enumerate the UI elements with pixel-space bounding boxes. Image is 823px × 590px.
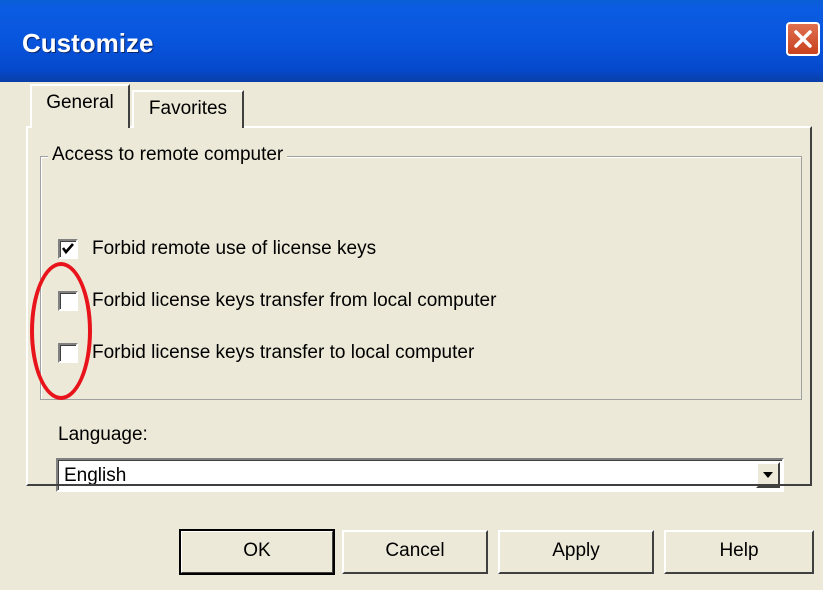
tab-favorites[interactable]: Favorites <box>132 90 244 128</box>
help-button[interactable]: Help <box>664 530 814 574</box>
window-title: Customize <box>22 28 154 58</box>
tab-general-label: General <box>46 92 114 113</box>
title-bar[interactable]: Customize <box>0 0 823 82</box>
annotation-circle <box>30 262 92 400</box>
customize-dialog: Customize General Favorites Access to re… <box>0 0 823 590</box>
cancel-button[interactable]: Cancel <box>342 530 488 574</box>
close-button[interactable] <box>786 22 820 56</box>
tab-favorites-label: Favorites <box>148 98 228 119</box>
tab-panel <box>26 126 812 486</box>
close-icon <box>794 30 812 48</box>
apply-button[interactable]: Apply <box>498 530 654 574</box>
tab-general[interactable]: General <box>30 84 130 128</box>
ok-button[interactable]: OK <box>179 529 335 575</box>
